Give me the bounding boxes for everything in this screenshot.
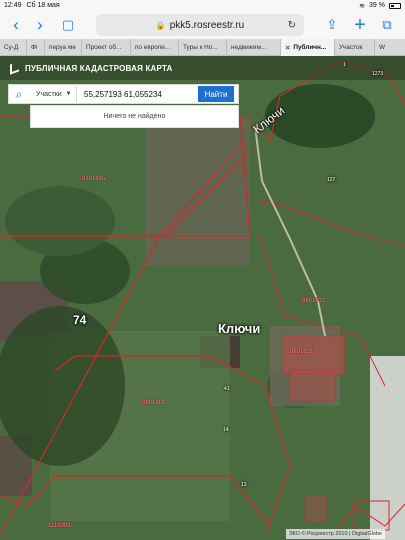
chevron-down-icon: ▼ xyxy=(65,91,72,97)
tab-10[interactable]: W xyxy=(375,39,405,56)
url-text: pkk5.rosreestr.ru xyxy=(169,19,245,31)
satellite-map xyxy=(0,56,405,540)
parcel-number-label: 13 xyxy=(241,482,247,488)
tab-label: Фі xyxy=(31,44,38,51)
tab-label: перуа ме xyxy=(49,44,76,51)
object-type-value: Участки xyxy=(36,90,62,98)
cadastral-code-label: 0601031 xyxy=(302,298,326,304)
tab-label: Проект об... xyxy=(86,44,122,51)
portal-title: ПУБЛИЧНАЯ КАДАСТРОВАЯ КАРТА xyxy=(25,63,173,73)
parcel-number-label: 41 xyxy=(224,386,230,392)
cadastral-code-label: 1110302 xyxy=(48,523,71,529)
status-time: 12:49 xyxy=(4,2,22,9)
tab-label: Су-Д xyxy=(4,44,19,51)
tab-4[interactable]: Проект об... xyxy=(82,39,131,56)
new-tab-button[interactable]: + xyxy=(348,13,372,37)
tab-strip: Су-Д Фі перуа ме Проект об... по европе.… xyxy=(0,39,405,56)
tab-label: Публичн... xyxy=(293,44,327,51)
portal-header: ПУБЛИЧНАЯ КАДАСТРОВАЯ КАРТА xyxy=(0,56,405,80)
tab-6[interactable]: Туры к Но... xyxy=(179,39,227,56)
coordinate-search-input[interactable] xyxy=(77,86,198,102)
reload-icon[interactable]: ↻ xyxy=(288,20,296,31)
share-icon: ⇪ xyxy=(326,17,338,32)
lock-icon: 🔒 xyxy=(155,20,166,30)
tabs-button[interactable]: ⧉ xyxy=(375,13,399,37)
battery-icon xyxy=(389,2,401,9)
cadastral-map[interactable]: ПУБЛИЧНАЯ КАДАСТРОВАЯ КАРТА ⌕ Участки ▼ … xyxy=(0,56,405,540)
wifi-icon: ≋ xyxy=(359,2,366,10)
cadastral-code-label: 0101435 xyxy=(82,176,106,182)
tab-label: W xyxy=(379,44,386,51)
object-type-select[interactable]: Участки ▼ xyxy=(29,86,77,102)
cadastral-code-label: 0801031 xyxy=(290,349,314,355)
bookmarks-button[interactable]: ▢ xyxy=(56,13,80,37)
search-result-message: Ничего не найдено xyxy=(30,105,239,128)
battery-percent: 39 % xyxy=(369,2,385,9)
tab-label: по европе... xyxy=(135,44,171,51)
cadastral-code-label: 0901001 xyxy=(142,400,166,406)
tab-label: Туры к Но... xyxy=(183,44,218,51)
tab-2[interactable]: Фі xyxy=(27,39,45,56)
share-button[interactable]: ⇪ xyxy=(320,13,344,37)
status-bar: 12:49 Сб 18 мая ≋ 39 % xyxy=(0,0,405,11)
chevron-left-icon: ‹ xyxy=(13,15,19,34)
back-button[interactable]: ‹ xyxy=(4,13,28,37)
settlement-label: Ключи xyxy=(218,321,261,336)
search-icon[interactable]: ⌕ xyxy=(9,84,29,104)
map-attribution: ЭКО © Росреестр 2010 | DigitalGlobe xyxy=(285,529,385,539)
address-bar[interactable]: 🔒 pkk5.rosreestr.ru ↻ xyxy=(96,14,304,36)
rosreestr-logo-icon xyxy=(10,61,19,75)
close-icon[interactable]: ✕ xyxy=(285,44,290,52)
tab-label: недвижим... xyxy=(231,44,267,51)
parcel-number-label: 1 xyxy=(343,62,346,68)
safari-toolbar: ‹ › ▢ 🔒 pkk5.rosreestr.ru ↻ ⇪ + ⧉ xyxy=(0,11,405,39)
parcel-number-label: 1273 xyxy=(372,71,384,77)
forward-button[interactable]: › xyxy=(28,13,52,37)
tab-9[interactable]: Участок xyxy=(335,39,375,56)
search-panel: ⌕ Участки ▼ Найти xyxy=(8,84,239,104)
tab-active[interactable]: ✕ Публичн... xyxy=(281,39,335,56)
book-icon: ▢ xyxy=(61,17,75,32)
tab-1[interactable]: Су-Д xyxy=(0,39,27,56)
district-number-label: 74 xyxy=(73,313,87,327)
tab-5[interactable]: по европе... xyxy=(131,39,179,56)
plus-icon: + xyxy=(354,13,366,36)
status-time-date: 12:49 Сб 18 мая xyxy=(4,2,359,9)
tab-3[interactable]: перуа ме xyxy=(45,39,82,56)
status-date: Сб 18 мая xyxy=(26,2,60,9)
parcel-number-label: 14 xyxy=(223,427,229,433)
tabs-icon: ⧉ xyxy=(382,17,392,32)
chevron-right-icon: › xyxy=(37,15,43,34)
find-button[interactable]: Найти xyxy=(198,86,234,102)
parcel-number-label: 127 xyxy=(327,177,336,183)
tab-label: Участок xyxy=(339,44,363,51)
tab-7[interactable]: недвижим... xyxy=(227,39,281,56)
